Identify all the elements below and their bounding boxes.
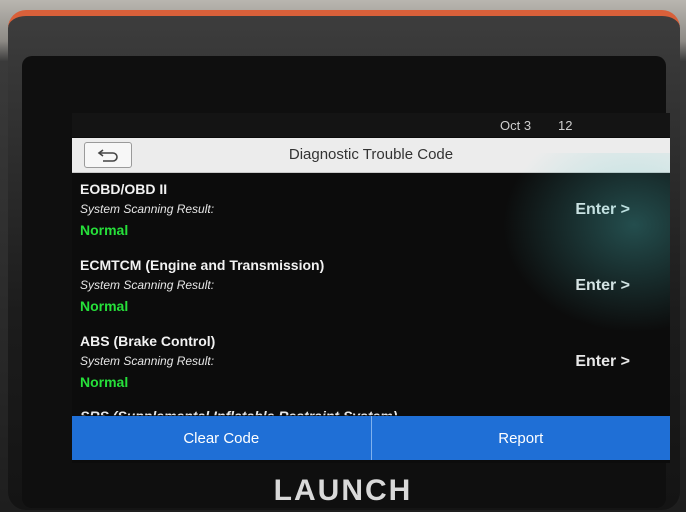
status-date: Oct 3	[500, 118, 532, 133]
title-bar: Diagnostic Trouble Code	[72, 138, 670, 173]
system-name: ECMTCM (Engine and Transmission)	[80, 257, 325, 273]
system-list: EOBD/OBD II System Scanning Result: Norm…	[72, 173, 670, 401]
action-bar: Clear Code Report	[72, 416, 670, 460]
system-item-ecmtcm[interactable]: ECMTCM (Engine and Transmission) System …	[72, 249, 670, 325]
status-bar: Oct 3 12	[72, 113, 670, 137]
device-screen: Oct 3 12 Diagnostic Trouble Code EOBD/OB…	[72, 113, 670, 463]
clear-code-button[interactable]: Clear Code	[72, 416, 371, 460]
scan-status: Normal	[80, 222, 129, 238]
scan-status: Normal	[80, 298, 129, 314]
system-item-eobd[interactable]: EOBD/OBD II System Scanning Result: Norm…	[72, 173, 670, 249]
system-name: ABS (Brake Control)	[80, 333, 216, 349]
system-item-abs[interactable]: ABS (Brake Control) System Scanning Resu…	[72, 325, 670, 401]
enter-button[interactable]: Enter >	[575, 201, 630, 219]
page-title: Diagnostic Trouble Code	[288, 146, 454, 163]
scan-result-label: System Scanning Result:	[80, 278, 215, 292]
scan-status: Normal	[80, 374, 129, 390]
status-time: 12	[558, 118, 573, 133]
enter-button[interactable]: Enter >	[575, 277, 630, 295]
system-name: EOBD/OBD II	[80, 181, 168, 197]
brand-logo: LAUNCH	[273, 474, 413, 507]
scan-result-label: System Scanning Result:	[80, 354, 215, 368]
scan-result-label: System Scanning Result:	[80, 202, 215, 216]
enter-button[interactable]: Enter >	[575, 353, 630, 371]
report-button[interactable]: Report	[372, 416, 671, 460]
